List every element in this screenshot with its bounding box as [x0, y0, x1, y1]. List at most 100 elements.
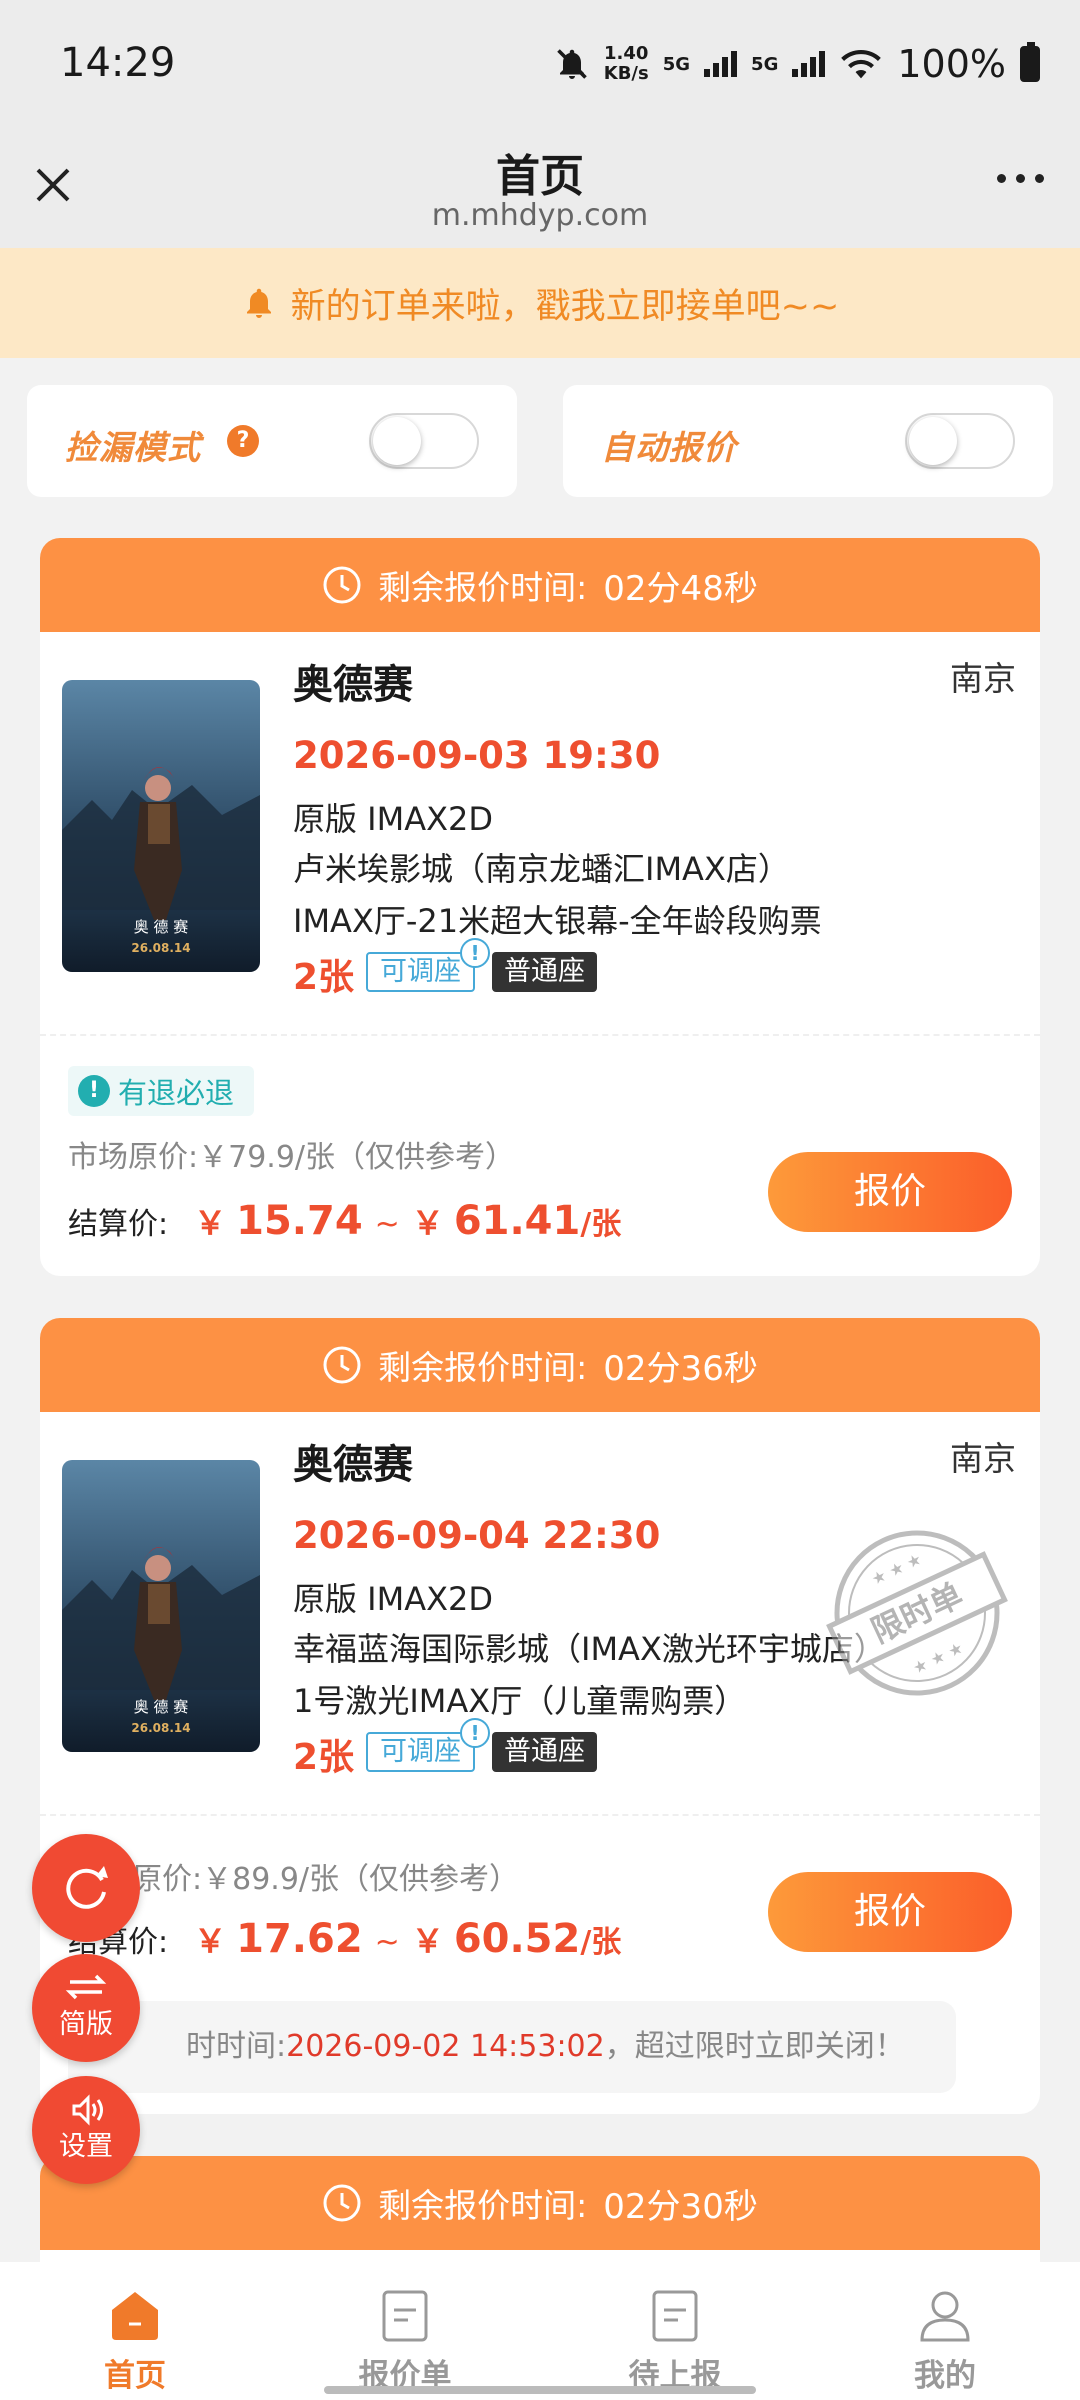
auto-quote-card: 自动报价 — [563, 385, 1053, 497]
ticket-quantity: 2张 — [293, 1737, 355, 1778]
settle-price: 结算价: ￥ 15.74 ~ ￥ 61.41 /张 — [68, 1198, 621, 1244]
countdown-value: 02分36秒 — [603, 1348, 758, 1389]
currency-symbol: ￥ — [411, 1204, 444, 1242]
city: 南京 — [950, 1439, 1016, 1478]
refresh-icon — [66, 1866, 108, 1909]
pickup-mode-label: 捡漏模式 — [65, 428, 201, 467]
settings-button[interactable]: 设置 — [32, 2076, 140, 2184]
clock-icon — [323, 1346, 361, 1384]
price-max: 60.52 — [453, 1916, 581, 1962]
more-menu-icon[interactable] — [997, 174, 1044, 183]
user-icon — [920, 2291, 970, 2342]
wifi-icon — [841, 49, 882, 79]
currency-symbol: ￥ — [194, 1922, 227, 1960]
divider — [40, 1034, 1040, 1036]
home-indicator[interactable] — [324, 2386, 756, 2394]
countdown-label: 剩余报价时间: — [378, 1348, 588, 1387]
page-url: m.mhdyp.com — [431, 198, 649, 233]
countdown-header: 剩余报价时间: 02分30秒 — [40, 2156, 1040, 2250]
movie-title: 奥德赛 — [293, 1442, 413, 1488]
deadline-notice: 时时间:2026-09-02 14:53:02，超过限时立即关闭！ — [68, 2001, 956, 2093]
hall-name: IMAX厅-21米超大银幕-全年龄段购票 — [293, 902, 822, 940]
cinema-name: 卢米埃影城（南京龙蟠汇IMAX店） — [293, 850, 790, 888]
page-title: 首页 — [496, 151, 584, 202]
exclamation-icon: ! — [78, 1075, 110, 1107]
battery-percent: 100% — [897, 42, 1006, 86]
movie-poster[interactable]: 奥 德 赛 26.08.14 — [62, 1460, 260, 1752]
tab-profile-label: 我的 — [914, 2358, 976, 2394]
pickup-mode-switch[interactable] — [369, 413, 479, 469]
status-bar: 14:29 1.40 KB/s 5G 5G 100% — [0, 0, 1080, 130]
refund-badge: ! 有退必退 — [68, 1066, 255, 1116]
market-price: 原价:￥89.9/张（仅供参考） — [132, 1862, 520, 1897]
status-icons: 1.40 KB/s 5G 5G 100% — [554, 42, 1040, 86]
bottom-nav: 首页 报价单 待上报 我的 — [0, 2262, 1080, 2400]
order-card: 剩余报价时间: 02分30秒 — [40, 2156, 1040, 2262]
simplified-view-button[interactable]: 简版 — [32, 1954, 140, 2062]
adjustable-seat-tag: 可调座 — [366, 952, 475, 992]
home-icon — [112, 2292, 158, 2340]
settle-price: 结算价: ￥ 17.62 ~ ￥ 60.52 /张 — [68, 1916, 621, 1962]
auto-quote-switch[interactable] — [905, 413, 1015, 469]
notice-text: 新的订单来啦，戳我立即接单吧~~ — [290, 286, 840, 327]
signal-bars-1-icon — [704, 51, 738, 77]
countdown-value: 02分30秒 — [603, 2186, 758, 2227]
city: 南京 — [950, 659, 1016, 698]
pickup-mode-card: 捡漏模式 ? — [27, 385, 517, 497]
status-time: 14:29 — [60, 40, 176, 86]
market-price: 市场原价:￥79.9/张（仅供参考） — [68, 1140, 516, 1175]
clock-icon — [323, 2184, 361, 2222]
signal-label-2: 5G — [751, 53, 779, 75]
price-min: 17.62 — [236, 1916, 363, 1962]
divider — [40, 1814, 1040, 1816]
version: 原版 IMAX2D — [293, 800, 494, 838]
swap-icon — [65, 1974, 107, 2000]
poster-date-text: 26.08.14 — [131, 1721, 190, 1735]
poster-title-text: 奥 德 赛 — [134, 1698, 189, 1716]
net-speed: 1.40 KB/s — [604, 44, 649, 84]
battery-icon — [1020, 42, 1040, 82]
movie-title: 奥德赛 — [293, 662, 413, 708]
quote-button[interactable]: 报价 — [768, 1872, 1012, 1952]
svg-text:★ ★ ★: ★ ★ ★ — [868, 1549, 924, 1589]
simplified-label: 简版 — [59, 2009, 113, 2040]
movie-poster[interactable]: 奥 德 赛 26.08.14 — [62, 680, 260, 972]
tab-profile[interactable]: 我的 — [810, 2262, 1080, 2400]
cinema-name: 幸福蓝海国际影城（IMAX激光环宇城店） — [293, 1630, 886, 1668]
info-icon[interactable]: ! — [460, 1718, 490, 1748]
deadline-time: 2026-09-02 14:53:02 — [286, 2029, 605, 2064]
refund-text: 有退必退 — [118, 1076, 235, 1110]
mute-bell-icon — [556, 49, 587, 79]
price-min: 15.74 — [236, 1198, 363, 1244]
countdown-label: 剩余报价时间: — [378, 568, 588, 607]
tab-pending[interactable]: 待上报 — [540, 2262, 810, 2400]
tab-home-label: 首页 — [104, 2358, 166, 2394]
order-card: 剩余报价时间: 02分36秒 奥 德 赛 26.08.14 奥德赛 南京 202… — [40, 1318, 1040, 2114]
info-icon[interactable]: ! — [460, 938, 490, 968]
document-icon — [652, 2290, 698, 2342]
new-order-notice[interactable]: 新的订单来啦，戳我立即接单吧~~ — [0, 248, 1080, 358]
auto-quote-label: 自动报价 — [601, 428, 737, 467]
help-icon[interactable]: ? — [227, 425, 259, 457]
seat-type-tag: 普通座 — [492, 952, 597, 992]
hall-name: 1号激光IMAX厅（儿童需购票） — [293, 1682, 747, 1720]
price-separator: ~ — [374, 1925, 400, 1960]
tab-home[interactable]: 首页 — [0, 2262, 270, 2400]
price-max: 61.41 — [453, 1198, 581, 1244]
version: 原版 IMAX2D — [293, 1580, 494, 1618]
signal-label-1: 5G — [662, 53, 691, 75]
ticket-quantity: 2张 — [293, 957, 355, 998]
poster-date-text: 26.08.14 — [131, 941, 190, 955]
tab-quotes[interactable]: 报价单 — [270, 2262, 540, 2400]
quote-button[interactable]: 报价 — [768, 1152, 1012, 1232]
price-separator: ~ — [374, 1207, 400, 1242]
refresh-button[interactable] — [32, 1834, 140, 1942]
svg-text:★ ★ ★: ★ ★ ★ — [910, 1638, 966, 1678]
price-unit: /张 — [580, 1925, 622, 1960]
bell-icon — [246, 288, 271, 318]
countdown-value: 02分48秒 — [603, 568, 758, 609]
settle-label: 结算价: — [68, 1207, 169, 1242]
net-speed-value: 1.40 — [604, 43, 649, 64]
nav-bar: 首页 m.mhdyp.com — [0, 130, 1080, 248]
showtime: 2026-09-04 22:30 — [293, 1514, 661, 1557]
